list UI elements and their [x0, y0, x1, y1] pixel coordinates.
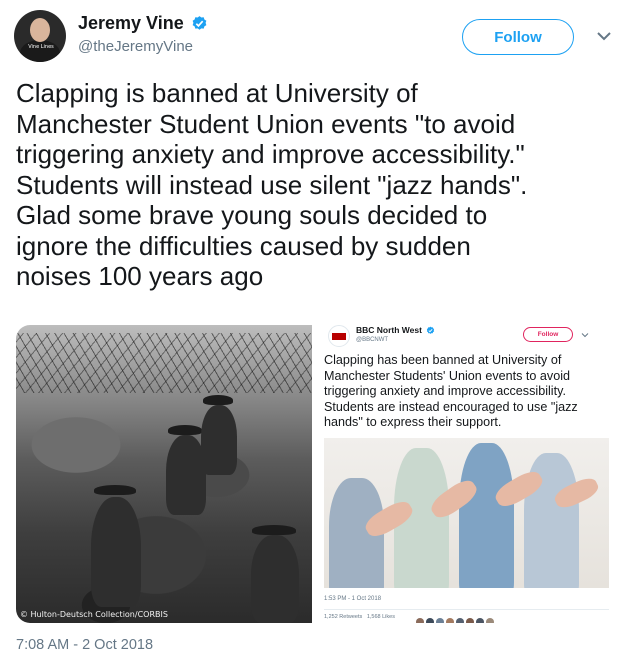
liker-avatar [456, 618, 464, 623]
chevron-down-icon[interactable] [594, 26, 614, 46]
tweet-text: Clapping is banned at University of Manc… [16, 78, 528, 291]
like-count: 1,568 Likes [366, 614, 395, 620]
quoted-timestamp: 1:53 PM - 1 Oct 2018 [324, 596, 382, 602]
liker-avatar [436, 618, 444, 623]
chevron-down-icon [581, 333, 589, 338]
quoted-author-handle: @BBCNWT [356, 337, 389, 343]
liker-avatars [416, 613, 496, 623]
barbed-wire [16, 333, 312, 393]
soldier-figure [91, 497, 141, 607]
liker-avatar [426, 618, 434, 623]
follow-button[interactable]: Follow [462, 19, 574, 55]
verified-badge-icon [192, 16, 207, 30]
liker-avatar [466, 618, 474, 623]
liker-avatar [446, 618, 454, 623]
tweet-media[interactable]: © Hulton-Deutsch Collection/CORBIS BBC N… [16, 325, 618, 623]
divider [324, 609, 609, 610]
photo-credit: © Hulton-Deutsch Collection/CORBIS [20, 610, 168, 619]
helmet-shape [94, 485, 136, 495]
helmet-shape [203, 395, 233, 405]
avatar-caption: Vine Lines [28, 44, 54, 50]
liker-avatar [476, 618, 484, 623]
retweet-count: 1,252 Retweets [324, 614, 363, 620]
helmet-shape [168, 425, 202, 435]
avatar-face [30, 18, 50, 42]
liker-avatar [486, 618, 494, 623]
person-figure [459, 443, 514, 588]
quoted-stats: 1,252 Retweets 1,568 Likes [324, 614, 395, 620]
quoted-follow-button: Follow [523, 327, 573, 342]
liker-avatar [416, 618, 424, 623]
bbc-logo [332, 333, 346, 340]
author-avatar[interactable]: Vine Lines [14, 10, 66, 62]
clapping-hands-photo [324, 438, 609, 588]
quoted-tweet-card[interactable]: BBC North West @BBCNWT Follow Clapping h… [318, 325, 618, 623]
soldier-figure [251, 535, 299, 623]
quoted-author-name: BBC North West [356, 325, 435, 335]
trench-photo[interactable]: © Hulton-Deutsch Collection/CORBIS [16, 325, 312, 623]
soldier-figure [166, 435, 206, 515]
tweet-header: Vine Lines Jeremy Vine @theJeremyVine Fo… [14, 10, 620, 66]
bbc-avatar [328, 325, 350, 347]
quoted-tweet-text: Clapping has been banned at University o… [324, 353, 578, 429]
author-display-name[interactable]: Jeremy Vine [78, 13, 184, 34]
author-handle[interactable]: @theJeremyVine [78, 38, 208, 55]
soldier-figure [201, 405, 237, 475]
tweet-timestamp[interactable]: 7:08 AM - 2 Oct 2018 [16, 637, 153, 653]
quoted-author-name-text: BBC North West [356, 325, 422, 335]
helmet-shape [252, 525, 296, 535]
author-names: Jeremy Vine @theJeremyVine [78, 13, 208, 55]
verified-badge-icon [427, 326, 435, 335]
